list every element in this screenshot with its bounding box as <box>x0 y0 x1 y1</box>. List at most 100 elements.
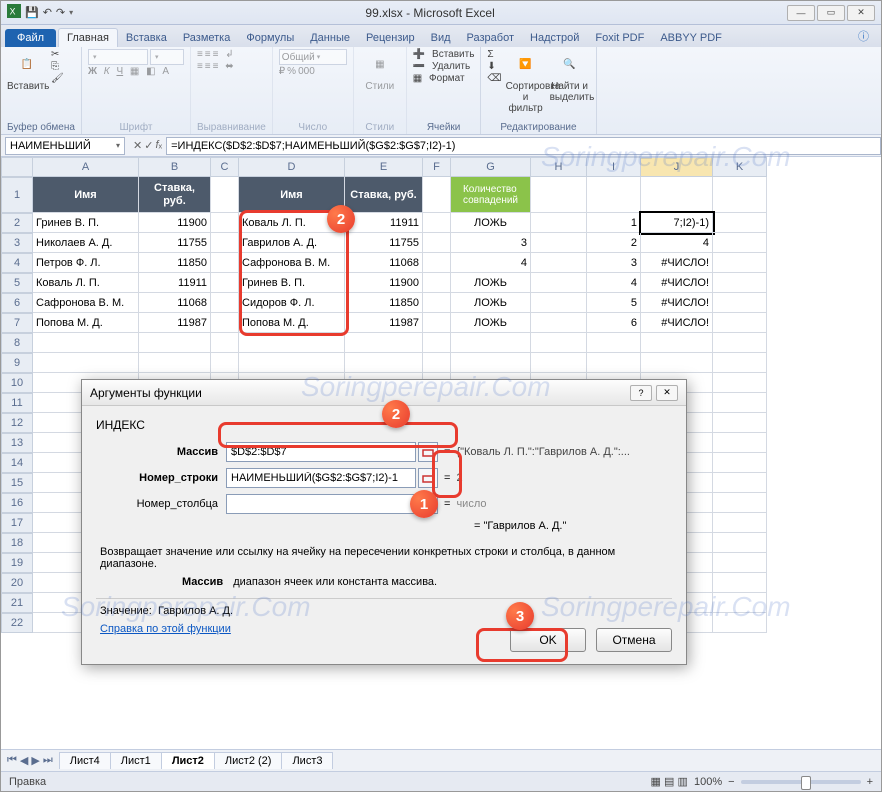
cell[interactable] <box>211 273 239 293</box>
cell[interactable]: ЛОЖЬ <box>451 273 531 293</box>
merge-icon[interactable]: ⬌ <box>225 61 233 72</box>
arg1-input[interactable] <box>226 442 416 462</box>
hdr-G1[interactable]: Количество совпадений <box>451 177 531 213</box>
col-I[interactable]: I <box>587 157 641 177</box>
percent-icon[interactable]: % <box>287 66 296 77</box>
cell[interactable]: 11850 <box>345 293 423 313</box>
cell[interactable] <box>423 213 451 233</box>
row-header[interactable]: 7 <box>1 313 33 333</box>
cell[interactable] <box>713 493 767 513</box>
cell[interactable]: 5 <box>587 293 641 313</box>
row-header[interactable]: 22 <box>1 613 33 633</box>
cell[interactable] <box>531 177 587 213</box>
cell[interactable]: 3 <box>451 233 531 253</box>
dialog-close-button[interactable]: ✕ <box>656 385 678 401</box>
cell[interactable] <box>211 353 239 373</box>
cell[interactable]: Гринев В. П. <box>239 273 345 293</box>
cell[interactable] <box>423 313 451 333</box>
cell[interactable]: Сафронова В. М. <box>33 293 139 313</box>
cell[interactable] <box>345 333 423 353</box>
col-F[interactable]: F <box>423 157 451 177</box>
formula-input[interactable]: =ИНДЕКС($D$2:$D$7;НАИМЕНЬШИЙ($G$2:$G$7;I… <box>166 137 881 155</box>
border-icon[interactable]: ▦ <box>130 66 139 77</box>
cell[interactable] <box>531 253 587 273</box>
cell[interactable]: Гринев В. П. <box>33 213 139 233</box>
cell[interactable]: 11900 <box>139 213 211 233</box>
cell[interactable]: 11068 <box>345 253 423 273</box>
cell[interactable]: 11755 <box>345 233 423 253</box>
cell[interactable]: 6 <box>587 313 641 333</box>
cell[interactable]: 11850 <box>139 253 211 273</box>
cell[interactable]: ЛОЖЬ <box>451 313 531 333</box>
row-header[interactable]: 17 <box>1 513 33 533</box>
cell[interactable] <box>641 177 713 213</box>
sheet-tab[interactable]: Лист3 <box>281 752 333 769</box>
cell[interactable]: #ЧИСЛО! <box>641 273 713 293</box>
close-button[interactable]: ✕ <box>847 5 875 21</box>
cell[interactable] <box>451 333 531 353</box>
comma-icon[interactable]: 000 <box>298 66 315 77</box>
cell[interactable] <box>531 273 587 293</box>
cell[interactable] <box>139 353 211 373</box>
hdr-E1[interactable]: Ставка, руб. <box>345 177 423 213</box>
cell[interactable]: #ЧИСЛО! <box>641 293 713 313</box>
cell[interactable]: 4 <box>451 253 531 273</box>
dialog-help-link[interactable]: Справка по этой функции <box>100 623 231 635</box>
align-center-icon[interactable]: ≡ <box>205 61 211 72</box>
cell[interactable]: 7;I2)-1) <box>641 213 713 233</box>
row-header[interactable]: 12 <box>1 413 33 433</box>
cell[interactable] <box>713 177 767 213</box>
cell[interactable] <box>423 333 451 353</box>
minimize-button[interactable]: — <box>787 5 815 21</box>
cell[interactable]: Сидоров Ф. Л. <box>239 293 345 313</box>
fontcolor-icon[interactable]: A <box>162 66 169 77</box>
cell[interactable]: Петров Ф. Л. <box>33 253 139 273</box>
cell[interactable]: Коваль Л. П. <box>33 273 139 293</box>
sheet-tab[interactable]: Лист2 (2) <box>214 752 283 769</box>
numberformat-combo[interactable]: Общий <box>279 49 347 65</box>
sort-filter-button[interactable]: 🔽Сортировка и фильтр <box>506 49 546 114</box>
cell[interactable] <box>713 453 767 473</box>
dialog-help-button[interactable]: ? <box>630 385 652 401</box>
tab-view[interactable]: Вид <box>423 29 459 47</box>
row-header[interactable]: 14 <box>1 453 33 473</box>
copy-icon[interactable]: ⎘ <box>51 61 64 72</box>
sheet-nav-last[interactable]: ⏭ <box>43 754 53 767</box>
col-E[interactable]: E <box>345 157 423 177</box>
sheet-tab-active[interactable]: Лист2 <box>161 752 215 769</box>
cell[interactable]: 1 <box>587 213 641 233</box>
cell[interactable] <box>587 333 641 353</box>
cell[interactable] <box>713 273 767 293</box>
ok-button[interactable]: OK <box>510 628 586 652</box>
cell[interactable] <box>345 353 423 373</box>
cell[interactable] <box>713 313 767 333</box>
format-painter-icon[interactable]: 🖌 <box>51 73 64 84</box>
row-header[interactable]: 15 <box>1 473 33 493</box>
name-box[interactable]: НАИМЕНЬШИЙ▾ <box>5 137 125 155</box>
cell[interactable] <box>423 273 451 293</box>
zoom-in-button[interactable]: + <box>867 776 873 788</box>
row-header[interactable]: 13 <box>1 433 33 453</box>
cell[interactable] <box>641 333 713 353</box>
cell[interactable] <box>713 573 767 593</box>
cell[interactable]: Попова М. Д. <box>33 313 139 333</box>
bold-button[interactable]: Ж <box>88 66 97 77</box>
help-icon[interactable]: ⓘ <box>850 25 877 47</box>
cell[interactable]: 2 <box>587 233 641 253</box>
cell[interactable] <box>531 333 587 353</box>
italic-button[interactable]: К <box>104 66 110 77</box>
cell[interactable] <box>211 213 239 233</box>
cell[interactable] <box>211 333 239 353</box>
arg1-refedit-button[interactable] <box>418 442 438 462</box>
format-cells-icon[interactable]: ▦ <box>413 73 422 84</box>
cell[interactable] <box>423 177 451 213</box>
col-K[interactable]: K <box>713 157 767 177</box>
cell[interactable] <box>713 413 767 433</box>
paste-button[interactable]: 📋Вставить <box>7 49 47 92</box>
wrap-icon[interactable]: ↲ <box>225 49 233 60</box>
cancel-button[interactable]: Отмена <box>596 628 672 652</box>
maximize-button[interactable]: ▭ <box>817 5 845 21</box>
cut-icon[interactable]: ✂ <box>51 49 64 60</box>
row-header[interactable]: 6 <box>1 293 33 313</box>
cell[interactable] <box>587 177 641 213</box>
